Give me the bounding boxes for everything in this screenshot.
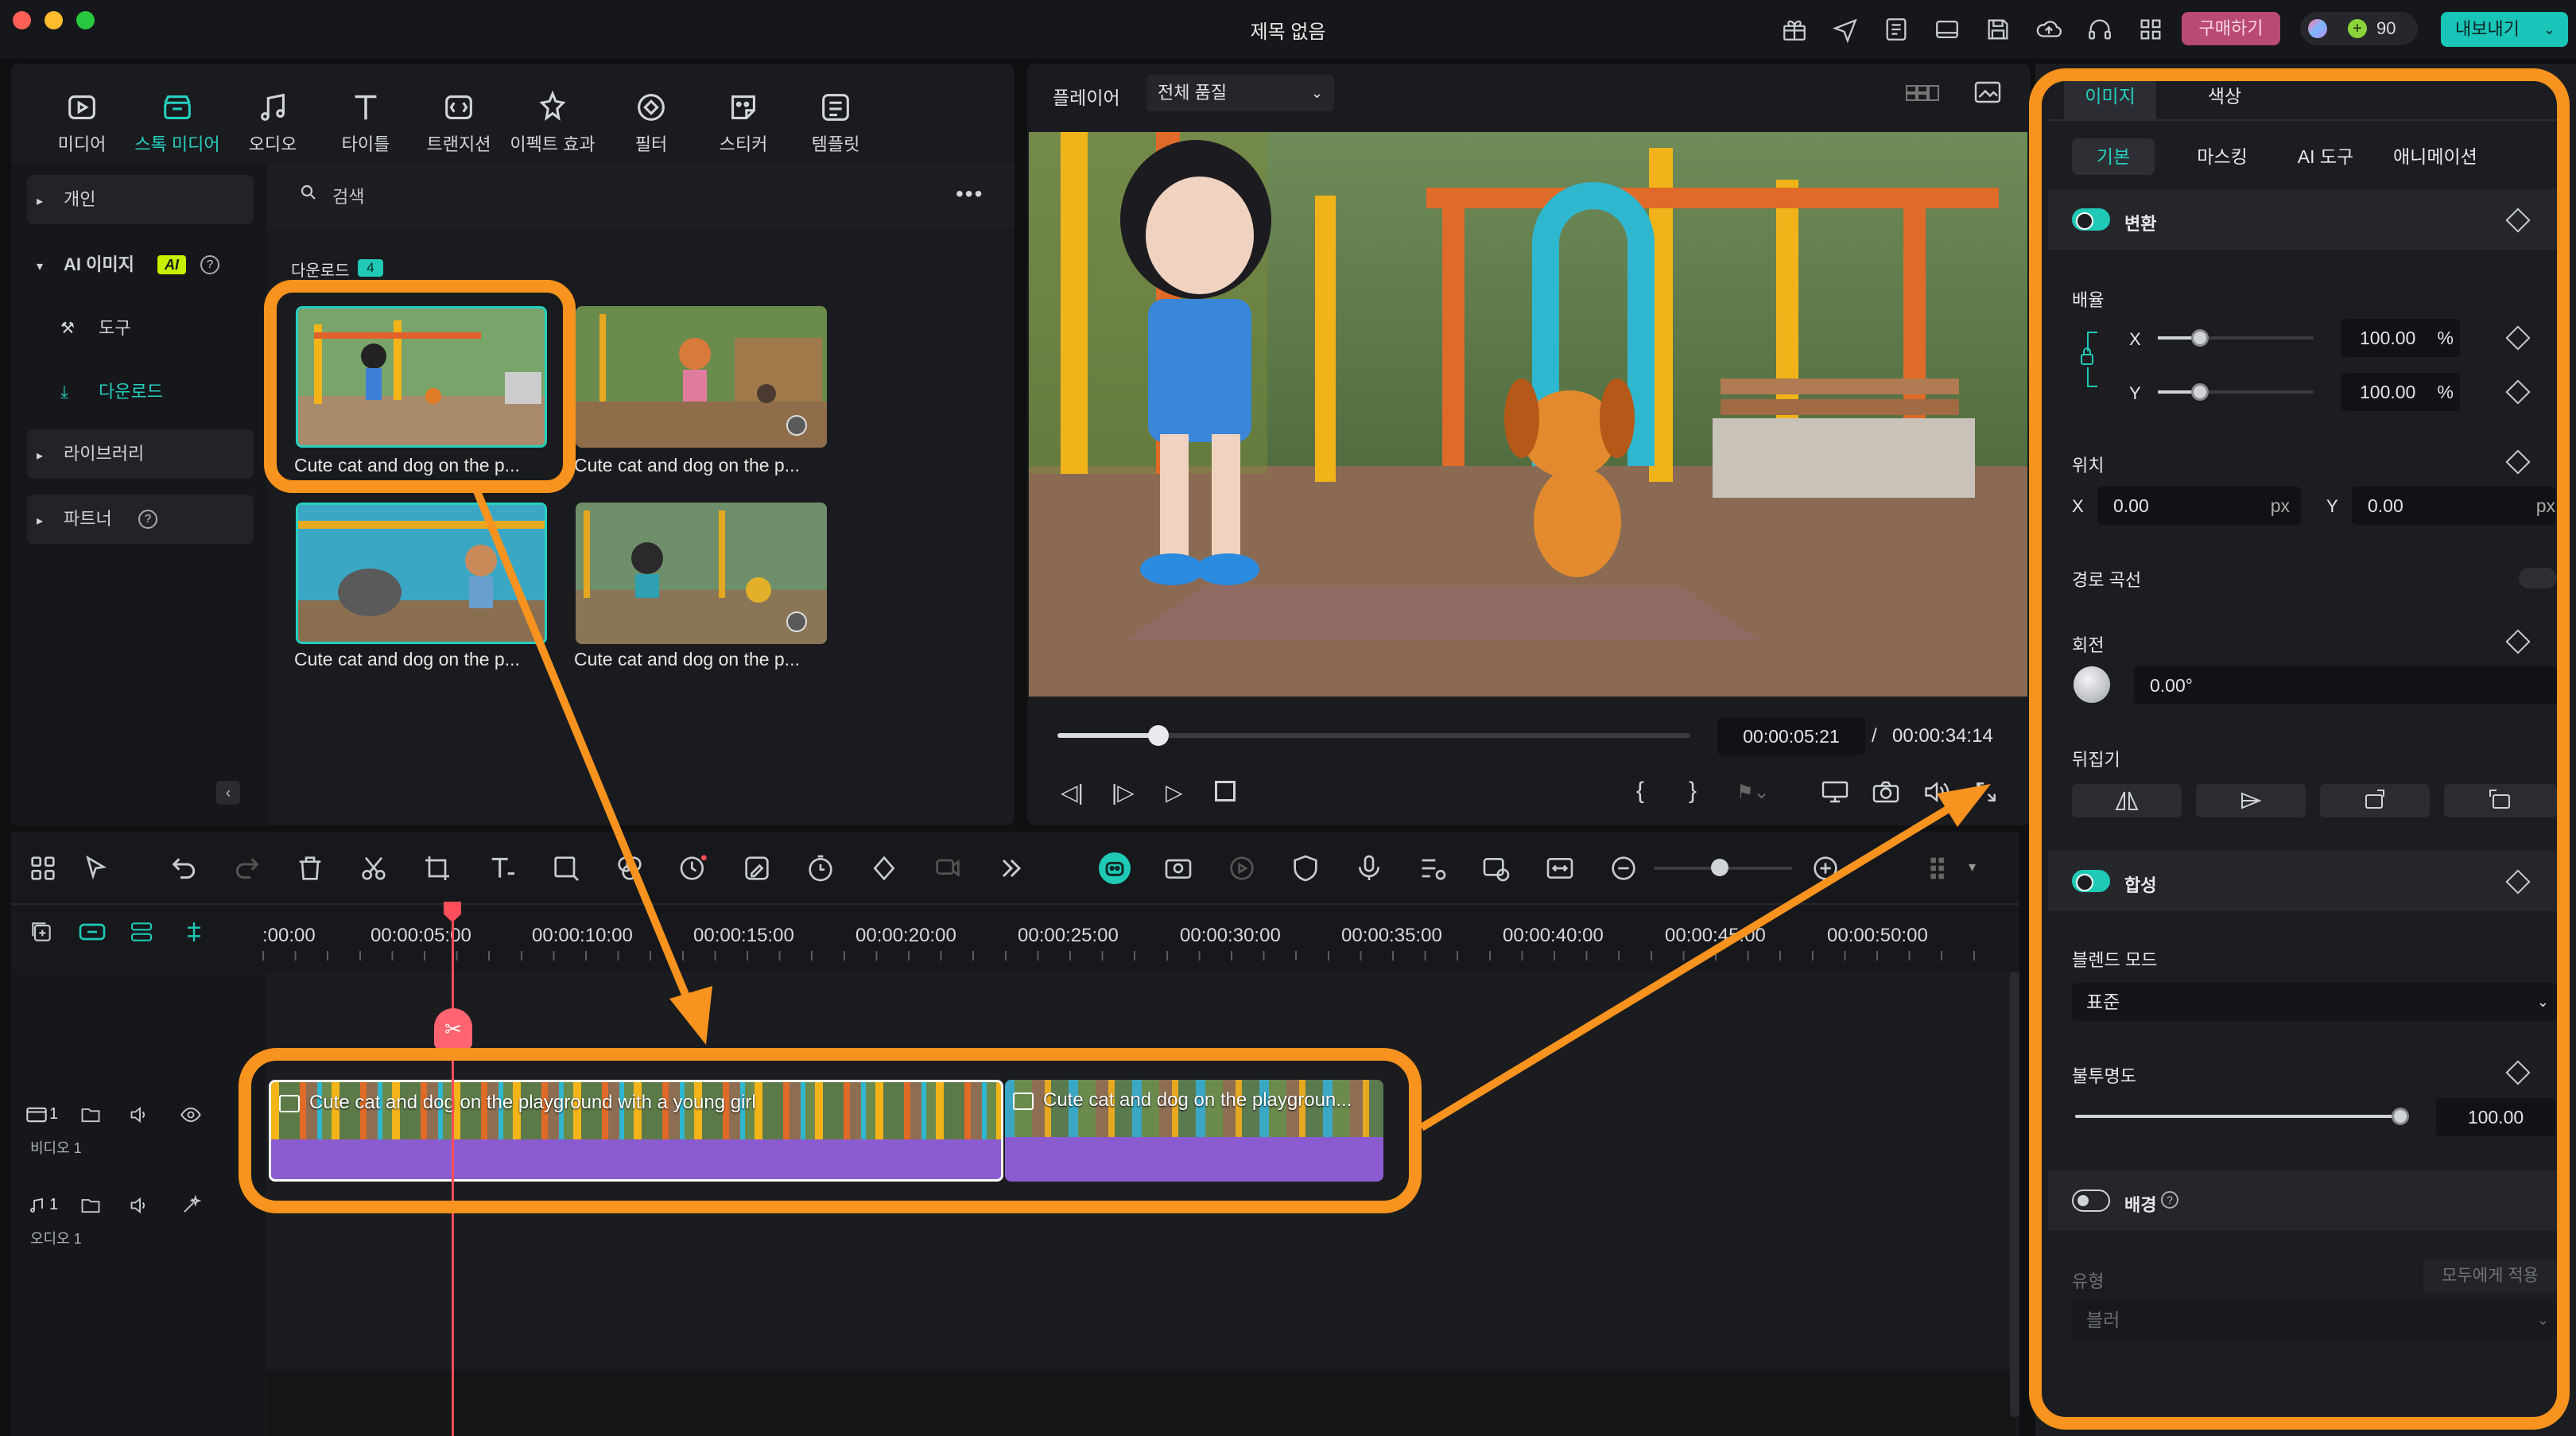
callout-arrows: [473, 490, 1991, 1131]
